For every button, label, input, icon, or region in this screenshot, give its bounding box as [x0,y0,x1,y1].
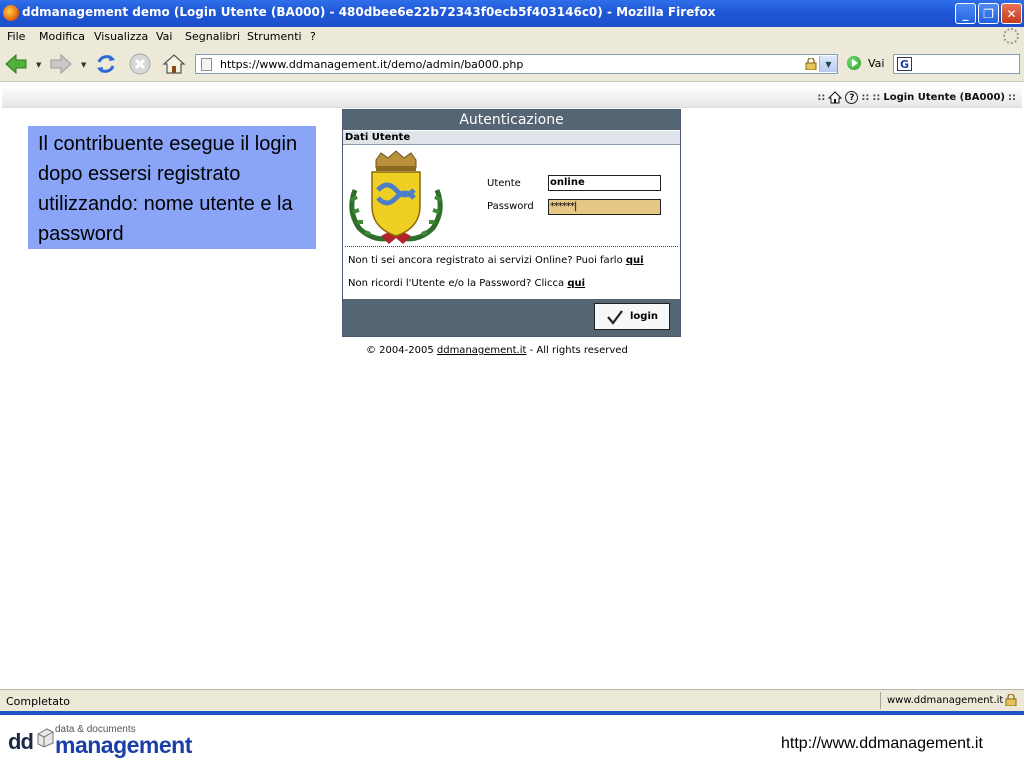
username-label: Utente [487,178,521,189]
lock-icon[interactable] [805,58,817,70]
forgot-text: Non ricordi l'Utente e/o la Password? Cl… [348,278,565,289]
navigation-toolbar: ▼ ▼ https://www.ddmanagement.it/demo/adm… [0,47,1024,82]
window-titlebar: ddmanagement demo (Login Utente (BA000) … [0,0,1024,27]
login-button[interactable]: login [594,303,670,330]
status-bar: Completato www.ddmanagement.it [0,689,1024,712]
breadcrumb: :: ? :: :: Login Utente (BA000) :: [2,85,1022,108]
slide-footer: dd data & documents management http://ww… [0,715,1024,768]
search-input[interactable]: G [893,54,1020,74]
menu-help[interactable]: ? [310,30,316,43]
minimize-button[interactable]: _ [955,3,976,24]
forgot-link[interactable]: qui [567,278,585,289]
maximize-button[interactable]: ❐ [978,3,999,24]
login-panel-footer: login [343,299,680,336]
status-host: www.ddmanagement.it [887,695,1004,706]
home-link-icon[interactable] [828,91,843,104]
divider [345,246,678,247]
password-label: Password [487,201,534,212]
annotation-note: Il contribuente esegue il login dopo ess… [28,126,316,249]
login-section-title: Dati Utente [343,130,680,145]
logo-cube-icon [37,728,54,748]
help-icon[interactable]: ? [845,91,859,104]
forward-history-icon[interactable]: ▼ [81,61,86,69]
forgot-info: Non ricordi l'Utente e/o la Password? Cl… [348,278,585,289]
register-link[interactable]: qui [626,255,644,266]
footer-url: http://www.ddmanagement.it [781,735,983,752]
status-text: Completato [6,695,71,708]
menu-visualizza[interactable]: Visualizza [94,30,148,43]
go-button[interactable]: Vai [868,57,884,70]
copyright: © 2004-2005 ddmanagement.it - All rights… [366,345,628,356]
register-text: Non ti sei ancora registrato ai servizi … [348,255,623,266]
breadcrumb-separator: :: [817,92,826,103]
url-dropdown-icon[interactable]: ▼ [819,56,837,72]
url-bar[interactable]: https://www.ddmanagement.it/demo/admin/b… [195,54,838,74]
page-content: :: ? :: :: Login Utente (BA000) :: Il co… [0,82,1024,689]
logo-prefix: dd [8,729,34,754]
menu-bar: File Modifica Visualizza Vai Segnalibri … [0,27,1024,47]
logo-wordmark: management [55,732,192,758]
security-lock-icon[interactable] [1005,694,1017,706]
copyright-link[interactable]: ddmanagement.it [437,345,527,356]
copyright-suffix: - All rights reserved [529,345,628,356]
google-search-icon[interactable]: G [897,57,912,71]
throbber-icon [1003,28,1019,44]
menu-segnalibri[interactable]: Segnalibri [185,30,240,43]
username-field[interactable]: online [548,175,661,191]
go-icon[interactable] [847,56,861,70]
breadcrumb-separator: :: [872,92,881,103]
breadcrumb-separator: :: [861,92,870,103]
coat-of-arms-icon [349,150,443,244]
back-history-icon[interactable]: ▼ [36,61,41,69]
page-icon [201,58,212,71]
register-info: Non ti sei ancora registrato ai servizi … [348,255,644,266]
menu-vai[interactable]: Vai [156,30,172,43]
stop-icon[interactable] [128,52,152,76]
breadcrumb-title: Login Utente (BA000) [883,92,1005,103]
forward-icon[interactable] [49,52,73,76]
checkmark-icon [607,309,623,325]
menu-modifica[interactable]: Modifica [39,30,85,43]
reload-icon[interactable] [94,52,118,76]
menu-file[interactable]: File [7,30,25,43]
url-text[interactable]: https://www.ddmanagement.it/demo/admin/b… [220,58,523,71]
copyright-prefix: © 2004-2005 [366,345,434,356]
menu-strumenti[interactable]: Strumenti [247,30,302,43]
window-title: ddmanagement demo (Login Utente (BA000) … [22,5,716,19]
firefox-icon [3,5,19,21]
back-icon[interactable] [4,52,28,76]
close-button[interactable]: ✕ [1001,3,1022,24]
breadcrumb-separator: :: [1008,92,1016,103]
login-button-label: login [629,311,658,322]
password-field[interactable]: ******| [548,199,661,215]
login-panel-header: Autenticazione [343,110,680,130]
home-icon[interactable] [162,52,186,76]
login-panel: Autenticazione Dati Utente Utente online… [342,109,681,337]
status-divider [880,692,881,709]
